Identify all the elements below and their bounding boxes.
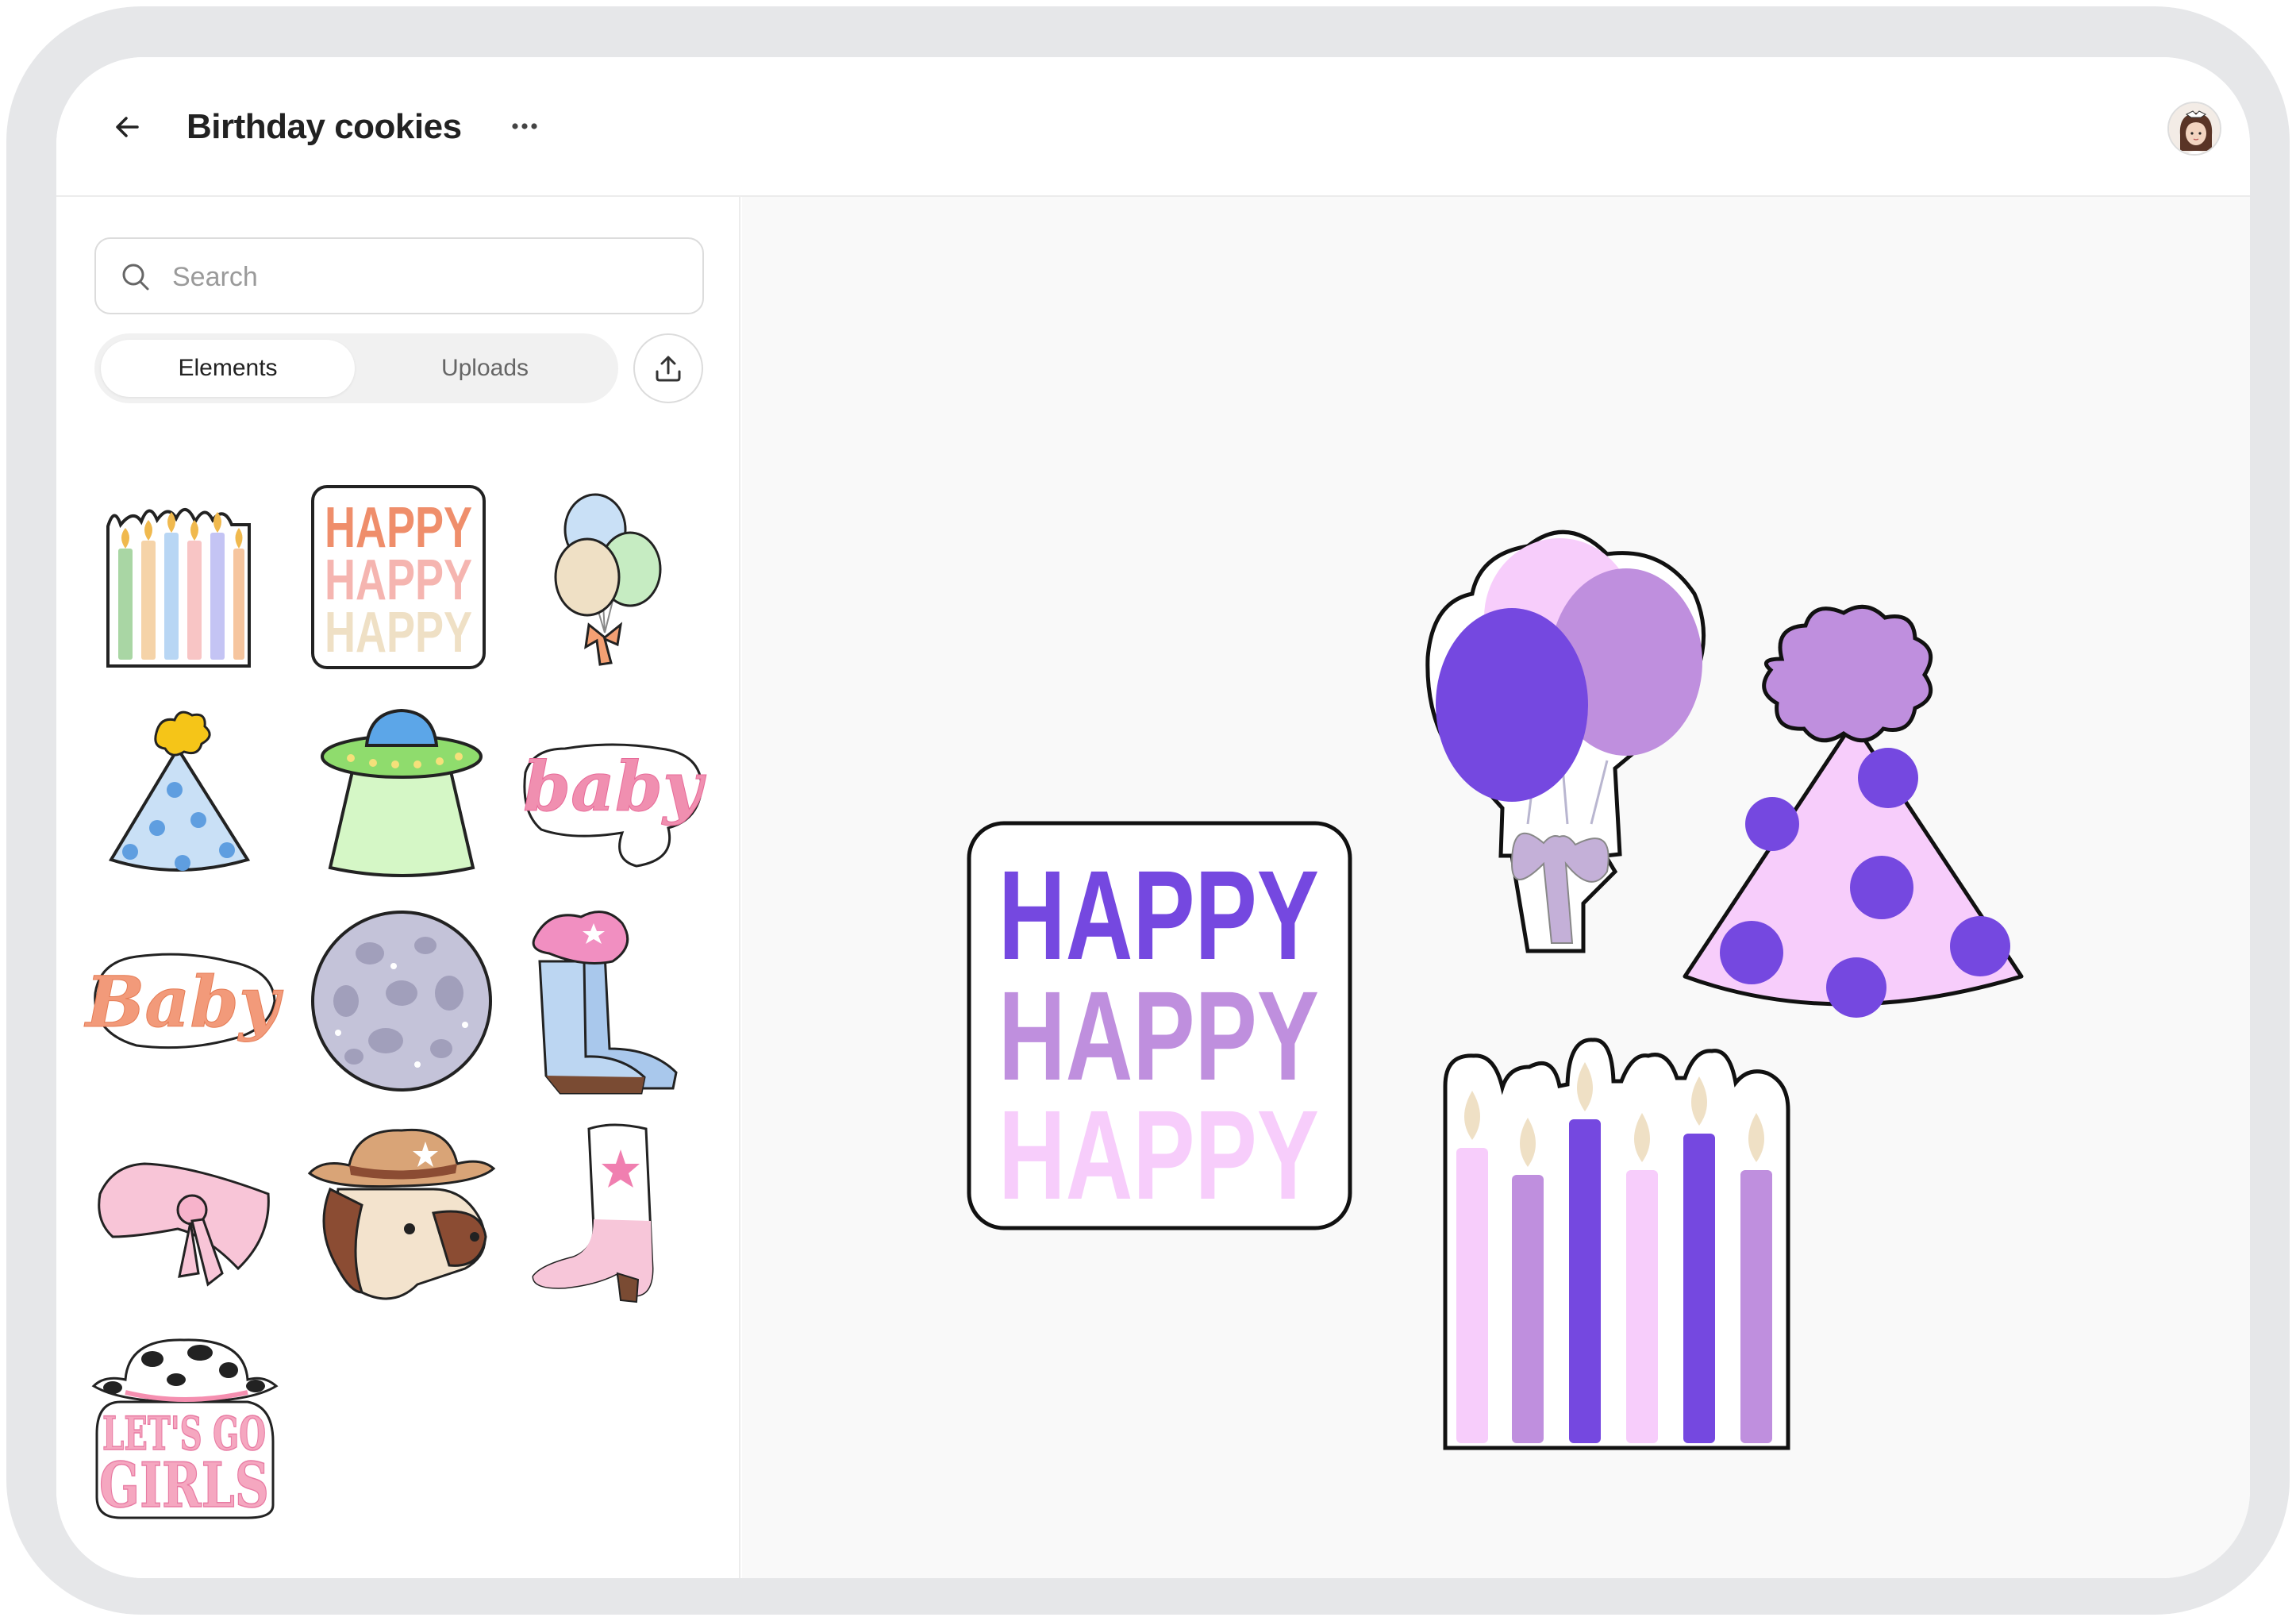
back-button[interactable] — [104, 103, 152, 151]
device-frame: Birthday cookies Search Elements Uploads… — [6, 6, 2290, 1615]
canvas-happy-line-3: HAPPY — [998, 1084, 1319, 1226]
tab-uploads[interactable]: Uploads — [358, 340, 612, 397]
candles-icon — [106, 508, 251, 668]
happy-text-element[interactable]: HAPPY HAPPY HAPPY — [306, 482, 497, 672]
balloons-large-icon — [1425, 529, 1706, 953]
candles-element[interactable] — [89, 482, 279, 672]
horse-cowboy-hat-element[interactable] — [306, 1118, 497, 1308]
lets-go-girls-element[interactable]: LET'S GO GIRLS — [89, 1330, 279, 1523]
happy-line-3: HAPPY — [325, 601, 472, 664]
canvas-balloons[interactable] — [1425, 522, 1712, 967]
candles-large-icon — [1443, 1038, 1790, 1450]
avatar-icon — [2169, 103, 2220, 154]
search-icon — [122, 264, 149, 291]
party-hat-icon — [108, 710, 251, 872]
upload-icon — [656, 356, 681, 382]
app-screen: Birthday cookies Search Elements Uploads… — [56, 57, 2250, 1578]
baby-pink-text: baby — [523, 747, 706, 827]
cowboy-boots-icon — [532, 911, 678, 1095]
moon-element[interactable] — [306, 906, 497, 1096]
search-input[interactable] — [172, 253, 680, 301]
user-avatar[interactable] — [2167, 102, 2221, 156]
balloons-element[interactable] — [517, 482, 708, 672]
canvas-party-hat[interactable] — [1679, 603, 2028, 1022]
party-hat-large-icon — [1683, 604, 2024, 1018]
baby-script-pink-element[interactable]: baby — [517, 693, 708, 884]
horse-icon — [307, 1128, 496, 1300]
baby-orange-text: Baby — [83, 961, 284, 1043]
pink-boot-element[interactable] — [517, 1118, 708, 1308]
ufo-icon — [321, 708, 483, 877]
canvas-candles[interactable] — [1442, 1038, 1791, 1451]
party-hat-element[interactable] — [89, 693, 279, 884]
search-box[interactable] — [94, 237, 704, 314]
girls-text: GIRLS — [99, 1450, 269, 1522]
bandana-element[interactable] — [89, 1118, 279, 1308]
ufo-element[interactable] — [306, 693, 497, 884]
bandana-icon — [98, 1162, 270, 1287]
upload-button[interactable] — [633, 333, 703, 403]
canvas-happy-text[interactable]: HAPPY HAPPY HAPPY — [967, 821, 1352, 1230]
document-title[interactable]: Birthday cookies — [187, 105, 462, 149]
more-options-button[interactable] — [501, 106, 548, 146]
design-canvas[interactable]: HAPPY HAPPY HAPPY — [742, 197, 2250, 1578]
more-horizontal-icon — [512, 123, 537, 129]
baby-script-orange-element[interactable]: Baby — [83, 906, 284, 1096]
element-source-tabs: Elements Uploads — [94, 333, 618, 403]
moon-icon — [311, 911, 492, 1092]
top-bar: Birthday cookies — [56, 57, 2250, 197]
pink-boot-icon — [532, 1123, 654, 1303]
cowboy-boots-element[interactable] — [517, 906, 708, 1096]
tab-elements[interactable]: Elements — [101, 340, 355, 397]
arrow-left-icon — [116, 117, 139, 137]
balloons-icon — [554, 493, 662, 666]
elements-sidebar: Elements Uploads — [56, 197, 740, 1578]
